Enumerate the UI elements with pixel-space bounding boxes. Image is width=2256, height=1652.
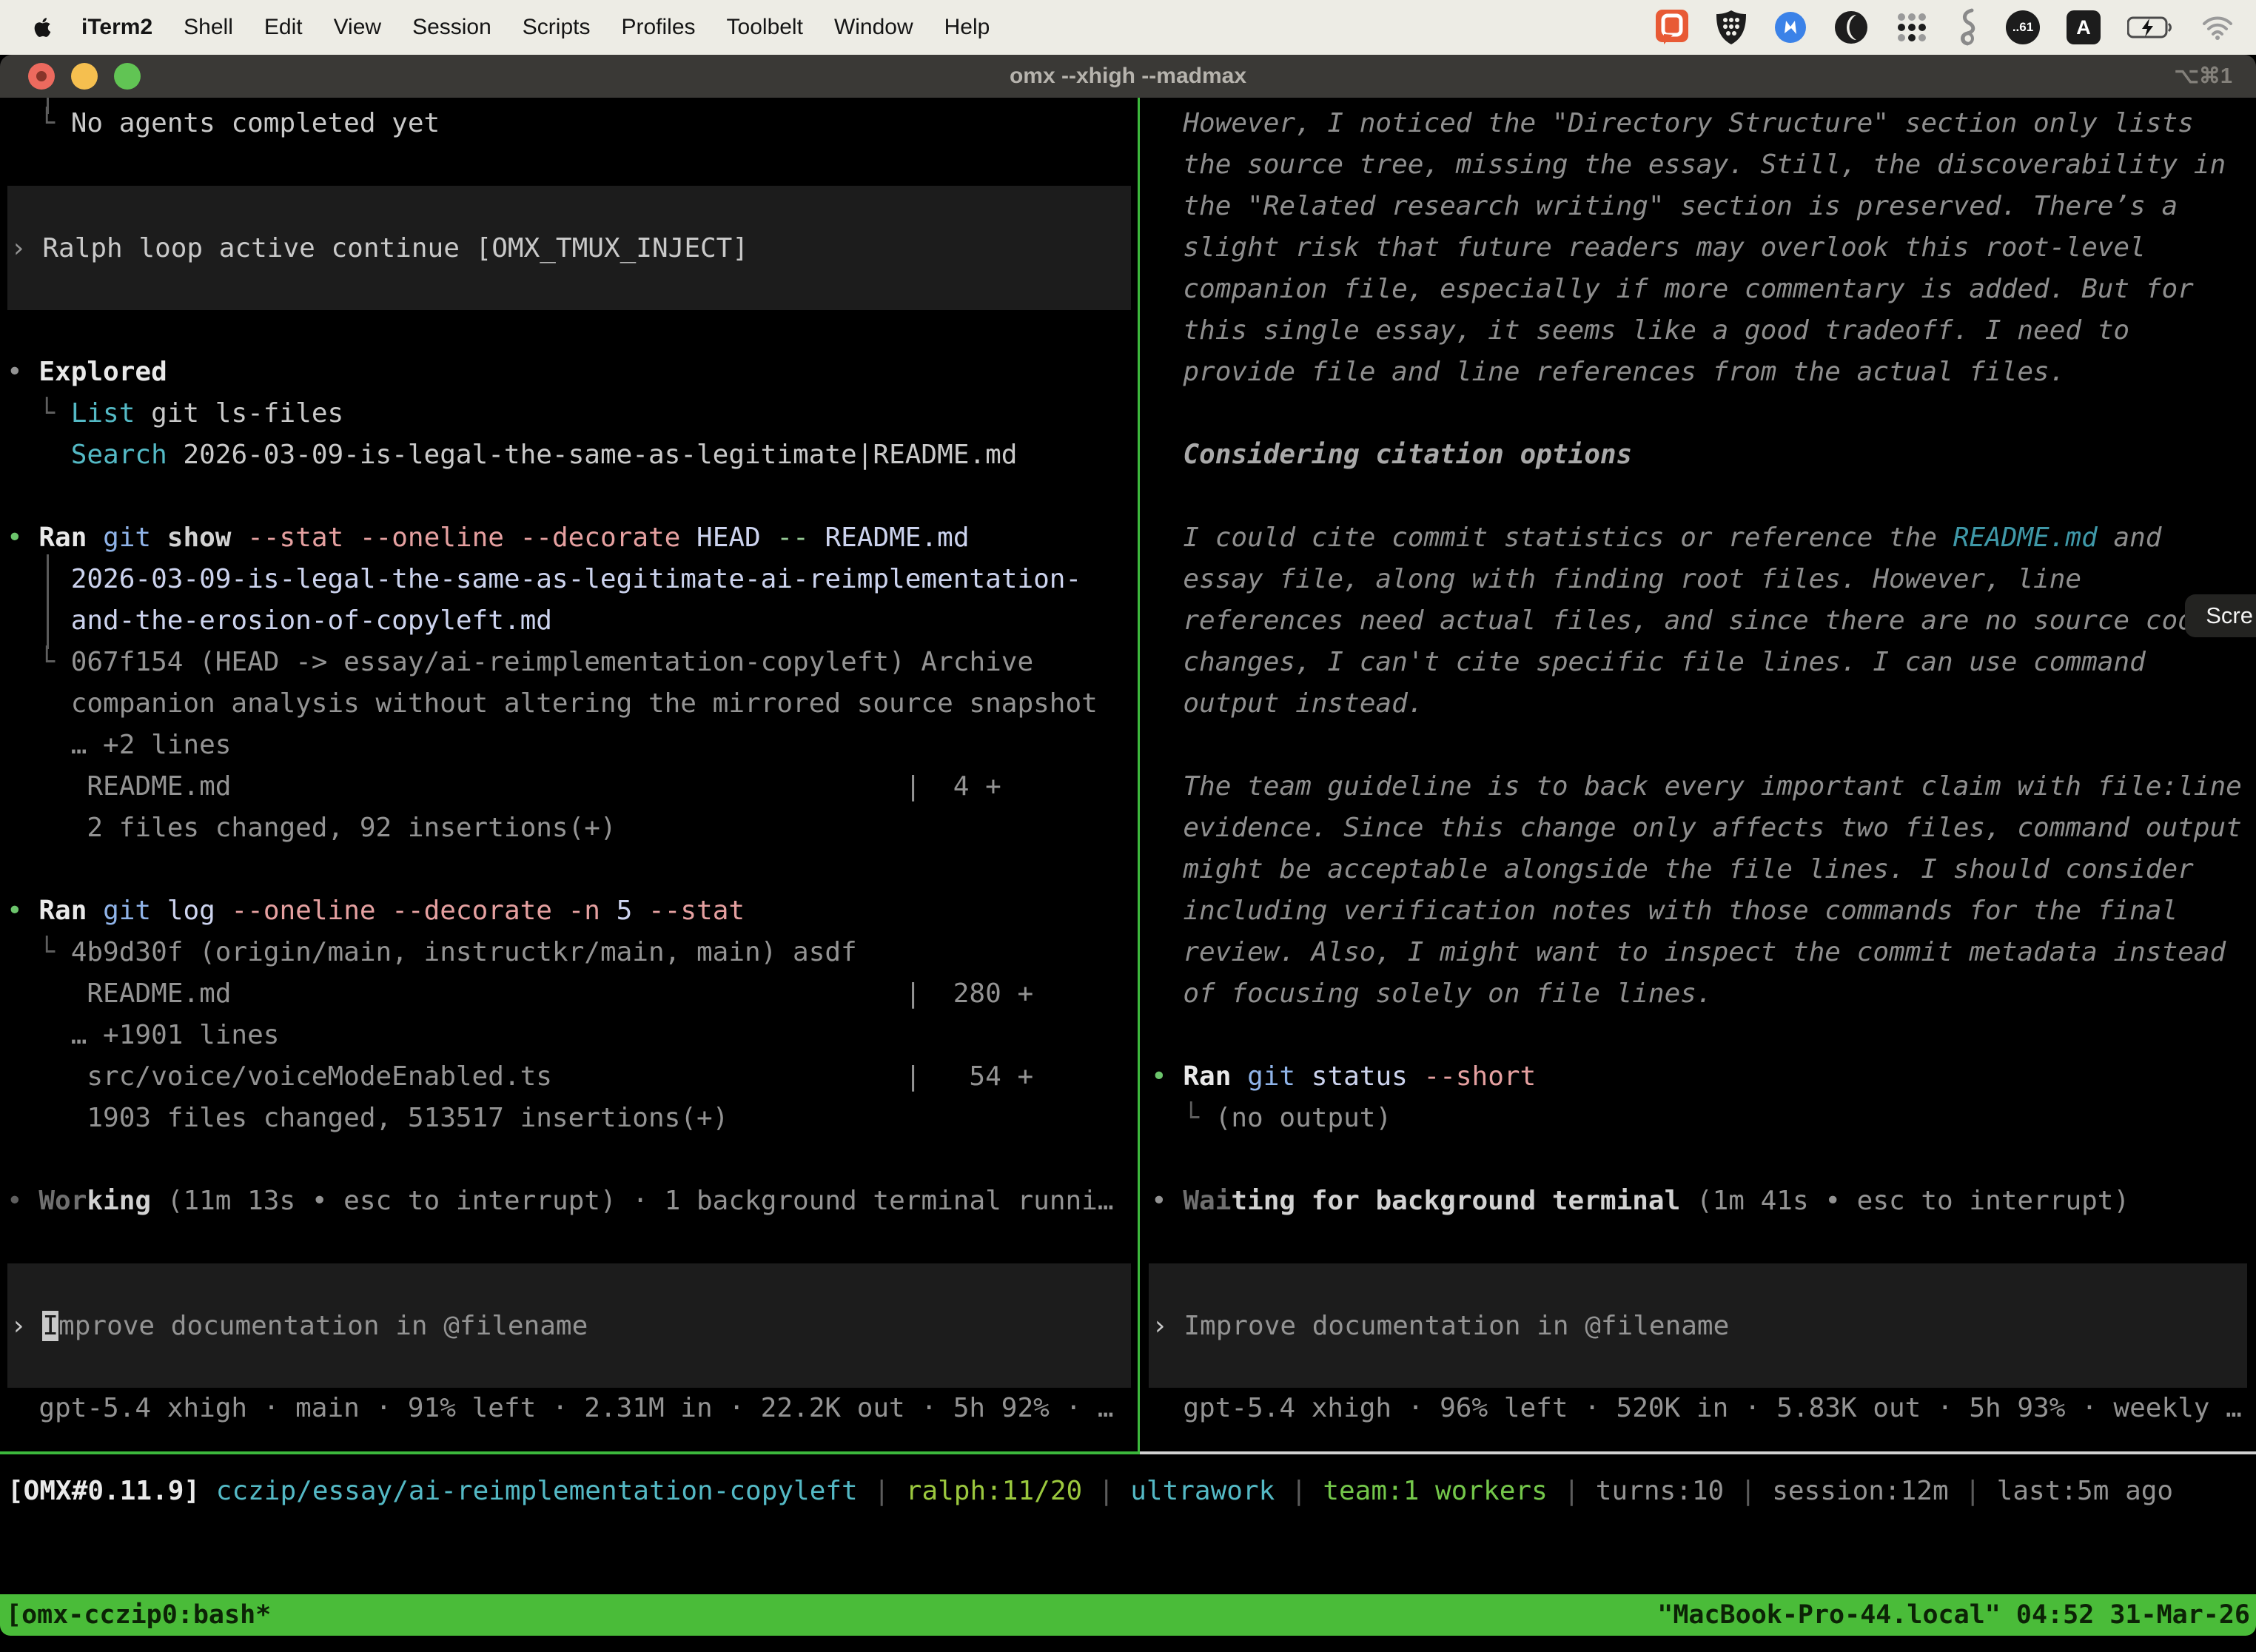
squiggle-icon[interactable] bbox=[1955, 8, 1979, 47]
wifi-icon[interactable] bbox=[2201, 15, 2234, 40]
git-status-output-line: └ (no output) bbox=[1140, 1098, 2256, 1139]
apple-logo-icon[interactable] bbox=[33, 16, 53, 39]
git-show-commit-wrap-line: companion analysis without altering the … bbox=[0, 683, 1138, 725]
explored-search-line: Search 2026-03-09-is-legal-the-same-as-l… bbox=[0, 434, 1138, 476]
a-badge-icon[interactable]: A bbox=[2067, 10, 2101, 44]
thinking-heading: Considering citation options bbox=[1140, 434, 2256, 476]
model-status-line-left: gpt-5.4 xhigh · main · 91% left · 2.31M … bbox=[0, 1388, 1138, 1429]
git-log-stat-line: README.md | 280 + bbox=[0, 973, 1138, 1015]
crescent-icon[interactable] bbox=[1834, 10, 1868, 44]
menu-item-session[interactable]: Session bbox=[397, 15, 507, 40]
git-log-more-lines: … +1901 lines bbox=[0, 1015, 1138, 1056]
chat-app-icon[interactable] bbox=[1655, 9, 1689, 46]
explored-header-line: • Explored bbox=[0, 352, 1138, 393]
thinking-paragraph: essay file, along with finding root file… bbox=[1140, 559, 2256, 725]
prompt-text: mprove documentation in @filename bbox=[58, 1311, 588, 1341]
prompt-arrow: › bbox=[1152, 1311, 1184, 1341]
git-log-commit-line: └ 4b9d30f (origin/main, instructkr/main,… bbox=[0, 932, 1138, 973]
pane-border-bottom-left bbox=[0, 1451, 1140, 1454]
window-shortcut-badge: ⌥⌘1 bbox=[2174, 55, 2232, 98]
tree-stem bbox=[47, 98, 49, 114]
menu-item-iterm2[interactable]: iTerm2 bbox=[66, 15, 168, 40]
thinking-paragraph: The team guideline is to back every impo… bbox=[1140, 766, 2256, 1015]
git-show-arg-wrap-line: 2026-03-09-is-legal-the-same-as-legitima… bbox=[0, 559, 1138, 600]
omx-status-bar: [OMX#0.11.9] cczip/essay/ai-reimplementa… bbox=[0, 1471, 2256, 1512]
git-log-stat-line: src/voice/voiceModeEnabled.ts | 54 + bbox=[0, 1056, 1138, 1098]
agents-status-line: └ No agents completed yet bbox=[0, 103, 1138, 144]
waiting-status-line: • Waiting for background terminal (1m 41… bbox=[1140, 1181, 2256, 1222]
macos-menu-bar: iTerm2 Shell Edit View Session Scripts P… bbox=[0, 0, 2256, 55]
bolt-badge-icon[interactable] bbox=[1773, 10, 1807, 44]
window-title-bar: omx --xhigh --madmax ⌥⌘1 bbox=[0, 55, 2256, 98]
git-log-summary-line: 1903 files changed, 513517 insertions(+) bbox=[0, 1098, 1138, 1139]
git-log-command-line: • Ran git log --oneline --decorate -n 5 … bbox=[0, 890, 1138, 932]
working-status-line: • Working (11m 13s • esc to interrupt) ·… bbox=[0, 1181, 1138, 1222]
tmux-status-bar: [omx-cczip0:bash* "MacBook-Pro-44.local"… bbox=[0, 1594, 2256, 1636]
prompt-arrow: › bbox=[10, 1311, 42, 1341]
overlay-label: Scre bbox=[2206, 602, 2253, 629]
menu-item-scripts[interactable]: Scripts bbox=[507, 15, 606, 40]
git-show-summary-line: 2 files changed, 92 insertions(+) bbox=[0, 807, 1138, 849]
menu-item-view[interactable]: View bbox=[318, 15, 397, 40]
tmux-host-clock: "MacBook-Pro-44.local" 04:52 31-Mar-26 bbox=[1657, 1600, 2250, 1630]
thinking-paragraph: I could cite commit statistics or refere… bbox=[1140, 517, 2256, 559]
menu-item-profiles[interactable]: Profiles bbox=[605, 15, 711, 40]
window-title: omx --xhigh --madmax bbox=[0, 55, 2256, 98]
dots-grid-icon[interactable] bbox=[1895, 10, 1929, 44]
tree-stem bbox=[47, 554, 49, 649]
thinking-paragraph: However, I noticed the "Directory Struct… bbox=[1140, 103, 2256, 393]
timer-badge-icon[interactable]: ..61 bbox=[2006, 10, 2040, 44]
git-show-more-lines: … +2 lines bbox=[0, 725, 1138, 766]
terminal-content: └ No agents completed yet › Ralph loop a… bbox=[0, 98, 2256, 1652]
git-show-commit-line: └ 067f154 (HEAD -> essay/ai-reimplementa… bbox=[0, 642, 1138, 683]
tmux-session-name: [omx-cczip0:bash* bbox=[6, 1600, 271, 1630]
menu-item-window[interactable]: Window bbox=[819, 15, 929, 40]
pane-divider[interactable] bbox=[1138, 98, 1140, 1453]
pane-border-bottom-right bbox=[1140, 1451, 2256, 1454]
ralph-loop-banner: › Ralph loop active continue [OMX_TMUX_I… bbox=[7, 186, 1131, 310]
git-show-arg-wrap-line: and-the-erosion-of-copyleft.md bbox=[0, 600, 1138, 642]
menu-item-toolbelt[interactable]: Toolbelt bbox=[711, 15, 819, 40]
explored-list-line: └ List git ls-files bbox=[0, 393, 1138, 434]
menu-item-help[interactable]: Help bbox=[929, 15, 1006, 40]
shield-grid-icon[interactable] bbox=[1716, 10, 1747, 45]
prompt-text: Improve documentation in @filename bbox=[1184, 1311, 1729, 1341]
text-cursor: I bbox=[42, 1311, 58, 1341]
battery-charging-icon[interactable] bbox=[2127, 16, 2175, 38]
screen-notification-overlay[interactable]: Scre bbox=[2185, 594, 2256, 637]
model-status-line-right: gpt-5.4 xhigh · 96% left · 520K in · 5.8… bbox=[1140, 1388, 2256, 1429]
git-show-command-line: • Ran git show --stat --oneline --decora… bbox=[0, 517, 1138, 559]
menu-item-edit[interactable]: Edit bbox=[249, 15, 318, 40]
menu-item-shell[interactable]: Shell bbox=[168, 15, 249, 40]
menu-bar-status-items: ..61 A bbox=[1655, 8, 2234, 47]
prompt-input-left[interactable]: › Improve documentation in @filename bbox=[7, 1263, 1131, 1388]
git-show-stat-line: README.md | 4 + bbox=[0, 766, 1138, 807]
git-status-command-line: • Ran git status --short bbox=[1140, 1056, 2256, 1098]
prompt-input-right[interactable]: › Improve documentation in @filename bbox=[1149, 1263, 2247, 1388]
tmux-pane-left[interactable]: └ No agents completed yet › Ralph loop a… bbox=[0, 98, 1138, 1453]
tmux-pane-right[interactable]: However, I noticed the "Directory Struct… bbox=[1140, 98, 2256, 1453]
